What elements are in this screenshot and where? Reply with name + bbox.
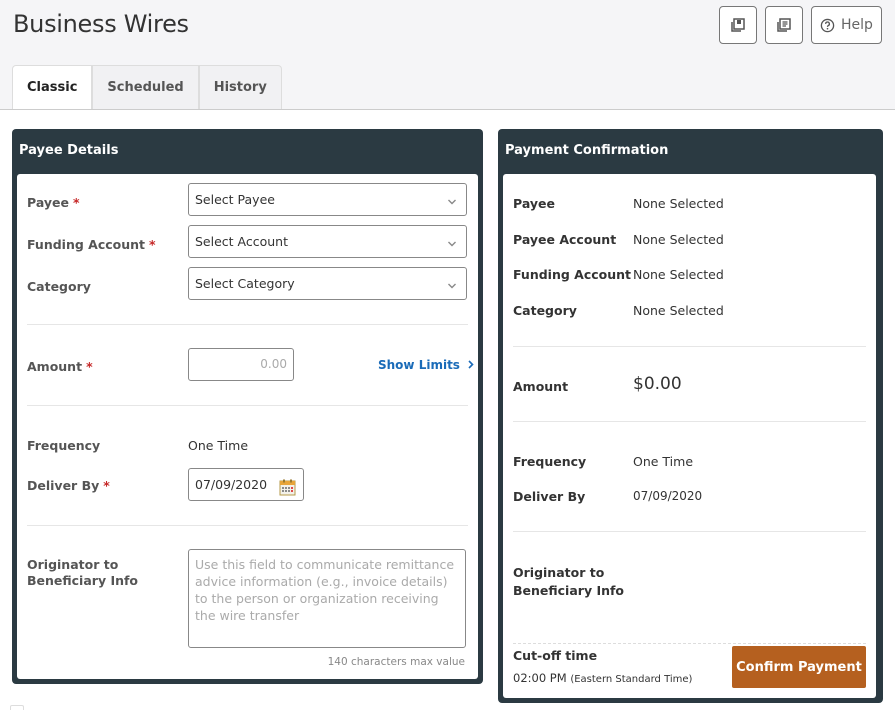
payment-confirmation-body: Payee None Selected Payee Account None S…	[503, 174, 876, 698]
confirm-payee-account-value: None Selected	[633, 232, 724, 247]
section-divider	[27, 405, 468, 406]
deliver-by-label: Deliver By *	[27, 478, 110, 493]
payee-label: Payee *	[27, 195, 80, 210]
amount-label: Amount *	[27, 359, 93, 374]
category-select-value: Select Category	[195, 276, 295, 291]
section-divider-dashed	[513, 643, 866, 644]
deliver-by-date-input[interactable]: 07/09/2020	[188, 468, 304, 501]
chevron-down-icon	[447, 194, 457, 209]
section-divider	[513, 346, 866, 347]
document-list-button[interactable]	[765, 6, 803, 44]
payee-details-body: Payee * Select Payee Funding Account * Sel…	[17, 174, 478, 679]
confirm-deliver-by-label: Deliver By	[513, 489, 586, 504]
funding-account-select-value: Select Account	[195, 234, 289, 249]
payee-details-panel: Payee Details Payee * Select Payee Fundin…	[12, 129, 483, 684]
section-divider	[27, 324, 468, 325]
document-list-icon	[776, 17, 792, 33]
tab-history[interactable]: History	[198, 65, 282, 109]
payee-select[interactable]: Select Payee	[188, 183, 467, 216]
calendar-icon[interactable]	[279, 476, 296, 507]
confirm-category-label: Category	[513, 303, 577, 318]
originator-label: Originator to Beneficiary Info	[27, 557, 139, 588]
save-copy-icon	[730, 17, 746, 33]
tab-classic[interactable]: Classic	[12, 65, 93, 109]
originator-info-textarea[interactable]: Use this field to communicate remittance…	[188, 549, 466, 648]
confirm-amount-label: Amount	[513, 379, 569, 394]
chevron-down-icon	[447, 236, 457, 251]
category-select[interactable]: Select Category	[188, 267, 467, 300]
help-label: Help	[841, 17, 873, 33]
payee-details-title: Payee Details	[19, 143, 119, 158]
confirm-funding-account-label: Funding Account	[513, 267, 631, 282]
confirm-deliver-by-value: 07/09/2020	[633, 489, 703, 503]
deliver-by-date-value: 07/09/2020	[195, 477, 268, 492]
help-circle-icon	[820, 18, 835, 33]
frequency-label: Frequency	[27, 438, 101, 453]
confirm-funding-account-value: None Selected	[633, 267, 724, 282]
partial-checkbox[interactable]	[10, 705, 24, 710]
confirm-payee-account-label: Payee Account	[513, 232, 617, 247]
payment-confirmation-title: Payment Confirmation	[505, 143, 669, 158]
category-label: Category	[27, 279, 91, 294]
amount-input[interactable]: 0.00	[188, 348, 294, 381]
confirm-amount-value: $0.00	[633, 374, 682, 394]
confirm-payment-button[interactable]: Confirm Payment	[732, 646, 866, 688]
section-divider	[513, 421, 866, 422]
tabs-divider	[0, 109, 895, 110]
cutoff-time-value: 02:00 PM (Eastern Standard Time)	[513, 671, 693, 685]
show-limits-link[interactable]: Show Limits	[378, 358, 475, 372]
confirm-frequency-value: One Time	[633, 454, 694, 469]
frequency-value: One Time	[188, 438, 249, 453]
char-limit-hint: 140 characters max value	[327, 656, 465, 668]
confirm-frequency-label: Frequency	[513, 454, 587, 469]
page-title: Business Wires	[13, 10, 189, 38]
confirm-category-value: None Selected	[633, 303, 724, 318]
payee-select-value: Select Payee	[195, 192, 275, 207]
confirm-originator-label: Originator to Beneficiary Info	[513, 565, 625, 598]
confirm-payee-label: Payee	[513, 196, 555, 211]
confirm-payee-value: None Selected	[633, 196, 724, 211]
payment-confirmation-panel: Payment Confirmation Payee None Selected…	[498, 129, 883, 703]
chevron-right-icon	[464, 358, 475, 372]
chevron-down-icon	[447, 278, 457, 293]
funding-account-select[interactable]: Select Account	[188, 225, 467, 258]
save-copy-button[interactable]	[719, 6, 757, 44]
funding-account-label: Funding Account *	[27, 237, 156, 252]
tab-scheduled[interactable]: Scheduled	[92, 65, 199, 109]
tab-bar: Classic Scheduled History	[12, 65, 282, 109]
help-button[interactable]: Help	[811, 6, 882, 44]
cutoff-time-label: Cut-off time	[513, 648, 598, 663]
section-divider	[513, 531, 866, 532]
section-divider	[27, 525, 468, 526]
